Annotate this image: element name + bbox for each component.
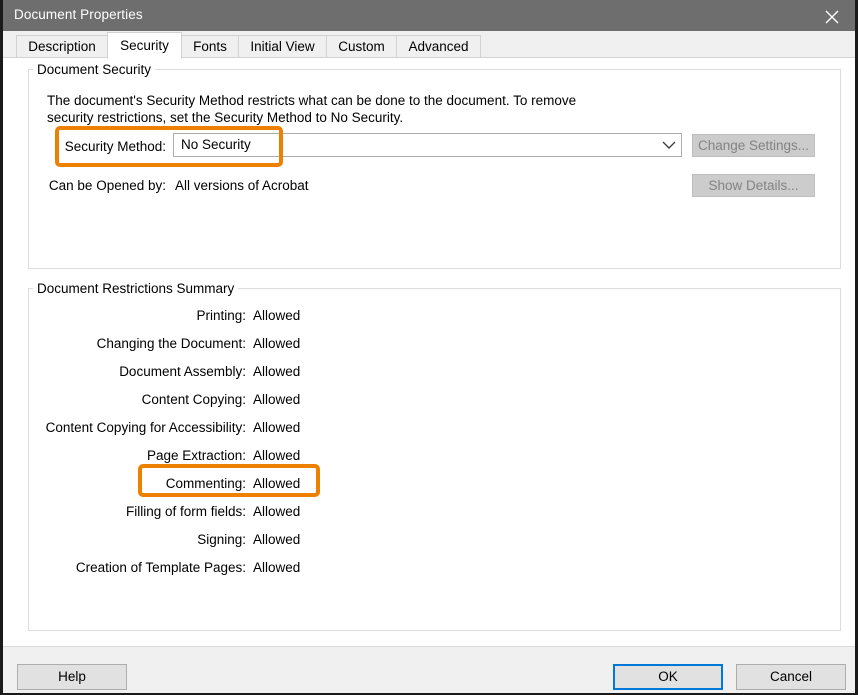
help-button[interactable]: Help <box>17 664 127 690</box>
tab-label: Advanced <box>408 39 468 54</box>
ok-button[interactable]: OK <box>613 664 723 690</box>
security-method-dropdown[interactable]: No Security <box>173 133 682 157</box>
security-tab-panel: Document Security The document's Securit… <box>3 57 855 646</box>
restriction-value: Allowed <box>253 336 300 351</box>
close-icon[interactable] <box>809 0 855 31</box>
tab-label: Custom <box>338 39 385 54</box>
restriction-value: Allowed <box>253 560 300 575</box>
ok-label: OK <box>658 669 678 684</box>
restriction-value: Allowed <box>253 504 300 519</box>
security-method-label: Security Method: <box>46 139 166 154</box>
restriction-label: Creation of Template Pages: <box>43 560 246 575</box>
help-label: Help <box>58 669 86 684</box>
document-security-legend: Document Security <box>33 62 155 77</box>
restriction-value: Allowed <box>253 476 300 491</box>
restriction-value: Allowed <box>253 532 300 547</box>
restriction-value: Allowed <box>253 448 300 463</box>
dialog-footer: Help OK Cancel <box>3 646 855 693</box>
show-details-label: Show Details... <box>708 178 798 193</box>
tab-description[interactable]: Description <box>16 35 108 58</box>
restriction-label: Content Copying for Accessibility: <box>43 420 246 435</box>
cancel-button[interactable]: Cancel <box>736 664 846 690</box>
tab-label: Fonts <box>193 39 227 54</box>
restriction-label: Filling of form fields: <box>43 504 246 519</box>
cancel-label: Cancel <box>770 669 812 684</box>
restriction-label: Page Extraction: <box>43 448 246 463</box>
tab-initial-view[interactable]: Initial View <box>238 35 327 58</box>
document-restrictions-legend: Document Restrictions Summary <box>33 281 238 296</box>
restriction-label: Content Copying: <box>43 392 246 407</box>
tab-custom[interactable]: Custom <box>326 35 397 58</box>
change-settings-label: Change Settings... <box>698 138 809 153</box>
security-description-line-1: The document's Security Method restricts… <box>47 93 576 108</box>
can-be-opened-by-label: Can be Opened by: <box>46 178 166 193</box>
document-properties-dialog: Document Properties Description Security… <box>0 0 858 695</box>
tab-security[interactable]: Security <box>107 32 182 59</box>
tab-label: Description <box>28 39 96 54</box>
restriction-value: Allowed <box>253 420 300 435</box>
restriction-label: Document Assembly: <box>43 364 246 379</box>
restriction-label: Commenting: <box>43 476 246 491</box>
tab-label: Security <box>120 38 169 53</box>
restriction-label: Signing: <box>43 532 246 547</box>
tab-advanced[interactable]: Advanced <box>396 35 481 58</box>
chevron-down-icon[interactable] <box>657 134 681 156</box>
restriction-value: Allowed <box>253 392 300 407</box>
can-be-opened-by-value: All versions of Acrobat <box>175 178 309 193</box>
restriction-value: Allowed <box>253 308 300 323</box>
title-bar: Document Properties <box>3 0 855 31</box>
tab-label: Initial View <box>250 39 314 54</box>
tab-bar: Description Security Fonts Initial View … <box>3 31 855 58</box>
show-details-button[interactable]: Show Details... <box>692 174 815 197</box>
tab-fonts[interactable]: Fonts <box>181 35 239 58</box>
window-title: Document Properties <box>14 7 143 22</box>
change-settings-button[interactable]: Change Settings... <box>692 134 815 157</box>
restriction-value: Allowed <box>253 364 300 379</box>
security-description-line-2: security restrictions, set the Security … <box>47 110 403 125</box>
security-method-value: No Security <box>181 137 251 152</box>
restriction-label: Printing: <box>43 308 246 323</box>
restriction-label: Changing the Document: <box>43 336 246 351</box>
